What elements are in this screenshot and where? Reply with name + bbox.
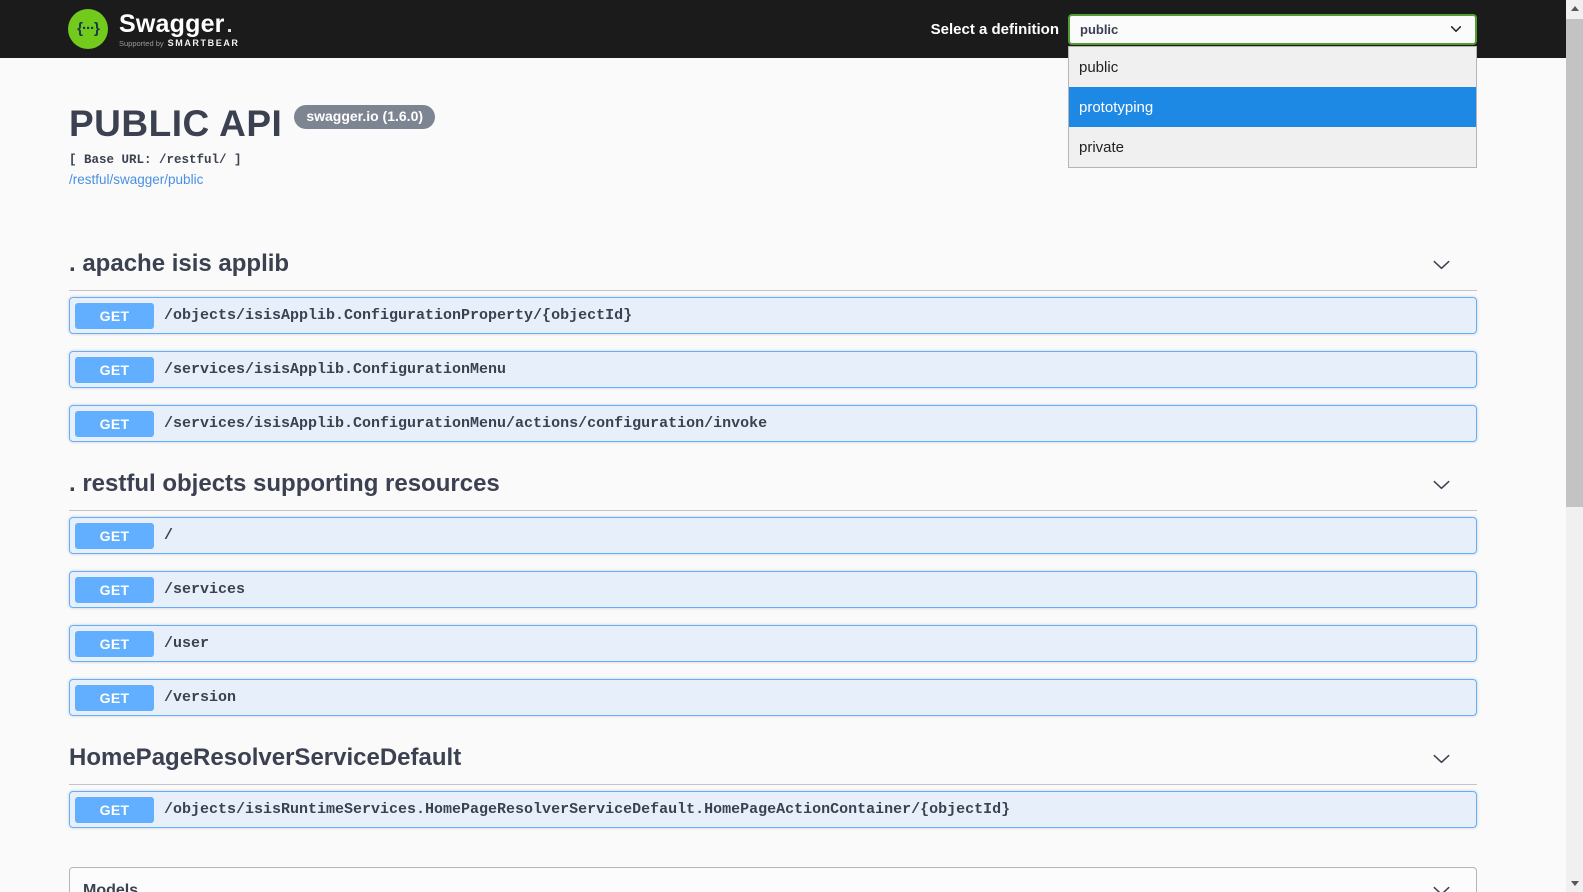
section-header[interactable]: HomePageResolverServiceDefault (69, 744, 1477, 785)
operation-row[interactable]: GET /objects/isisRuntimeServices.HomePag… (69, 791, 1477, 828)
scroll-up-arrow-icon (1570, 6, 1579, 11)
chevron-down-icon (1433, 886, 1450, 892)
dropdown-option-private[interactable]: private (1069, 127, 1476, 167)
operation-row[interactable]: GET /version (69, 679, 1477, 716)
swagger-logo-icon (68, 9, 108, 49)
chevron-down-icon (1433, 480, 1450, 489)
scroll-down-arrow-icon (1570, 881, 1579, 886)
section-header[interactable]: . apache isis applib (69, 250, 1477, 291)
operation-row[interactable]: GET /objects/isisApplib.ConfigurationPro… (69, 297, 1477, 334)
definition-select-value: public (1080, 21, 1119, 37)
scrollbar-up-button[interactable] (1566, 0, 1583, 17)
operation-path: /services/isisApplib.ConfigurationMenu (164, 361, 507, 378)
vertical-scrollbar[interactable] (1566, 0, 1583, 892)
logo-text: Swagger (119, 11, 240, 37)
get-method-badge: GET (75, 796, 154, 823)
get-method-badge: GET (75, 630, 154, 657)
scrollbar-down-button[interactable] (1566, 875, 1583, 892)
operation-path: /version (164, 689, 237, 706)
operation-path: /objects/isisApplib.ConfigurationPropert… (164, 307, 633, 324)
operation-path: /user (164, 635, 210, 652)
swagger-logo[interactable]: Swagger Supported by SMARTBEAR (68, 9, 240, 49)
chevron-down-icon (1433, 754, 1450, 763)
version-badge: swagger.io (1.6.0) (294, 105, 436, 129)
get-method-badge: GET (75, 684, 154, 711)
operation-path: /services/isisApplib.ConfigurationMenu/a… (164, 415, 768, 432)
select-definition-label: Select a definition (930, 20, 1059, 38)
operations-sections: . apache isis applib GET /objects/isisAp… (69, 189, 1477, 845)
get-method-badge: GET (75, 522, 154, 549)
definition-dropdown-list: public prototyping private (1068, 46, 1477, 168)
dropdown-option-prototyping[interactable]: prototyping (1069, 87, 1476, 127)
get-method-badge: GET (75, 302, 154, 329)
section-apache-isis-applib: . apache isis applib GET /objects/isisAp… (69, 250, 1477, 459)
section-header[interactable]: . restful objects supporting resources (69, 470, 1477, 511)
section-title: . restful objects supporting resources (69, 470, 500, 497)
page-title: PUBLIC API (69, 103, 283, 144)
models-header[interactable]: Models (70, 868, 1476, 892)
definition-select-cluster: Select a definition public (930, 13, 1477, 45)
operation-row[interactable]: GET /services/isisApplib.ConfigurationMe… (69, 351, 1477, 388)
operation-path: / (164, 527, 174, 544)
operation-row[interactable]: GET /services (69, 571, 1477, 608)
operation-path: /objects/isisRuntimeServices.HomePageRes… (164, 801, 1011, 818)
section-title: HomePageResolverServiceDefault (69, 744, 462, 771)
main-content: PUBLIC API swagger.io (1.6.0) [ Base URL… (0, 58, 1583, 892)
operation-row[interactable]: GET / (69, 517, 1477, 554)
operation-row[interactable]: GET /user (69, 625, 1477, 662)
get-method-badge: GET (75, 576, 154, 603)
logo-tagline: Supported by SMARTBEAR (119, 38, 240, 48)
get-method-badge: GET (75, 356, 154, 383)
logo-tagline-prefix: Supported by (119, 38, 164, 48)
logo-tagline-brand: SMARTBEAR (167, 37, 240, 48)
chevron-down-icon (1450, 26, 1462, 32)
section-homepageresolverservicedefault: HomePageResolverServiceDefault GET /obje… (69, 744, 1477, 845)
chevron-down-icon (1433, 260, 1450, 269)
spec-link[interactable]: /restful/swagger/public (69, 172, 203, 187)
operation-row[interactable]: GET /services/isisApplib.ConfigurationMe… (69, 405, 1477, 442)
scrollbar-thumb[interactable] (1566, 19, 1583, 507)
dropdown-option-public[interactable]: public (1069, 47, 1476, 87)
models-title: Models (83, 881, 139, 892)
models-section: Models (69, 867, 1477, 892)
definition-select[interactable]: public (1068, 13, 1477, 45)
get-method-badge: GET (75, 410, 154, 437)
operation-path: /services (164, 581, 246, 598)
section-restful-objects-supporting-resources: . restful objects supporting resources G… (69, 470, 1477, 733)
section-title: . apache isis applib (69, 250, 290, 277)
